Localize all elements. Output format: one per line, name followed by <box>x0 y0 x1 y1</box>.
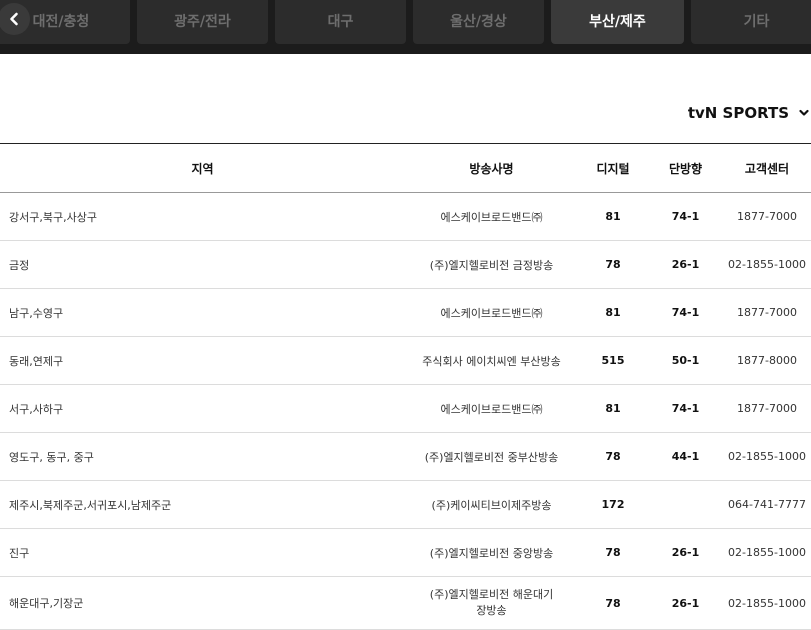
cell-digital: 81 <box>578 288 648 337</box>
cell-phone: 02-1855-1000 <box>723 576 811 630</box>
cell-one-way: 50-1 <box>648 336 723 385</box>
cell-region: 해운대구,기장군 <box>0 576 405 630</box>
cell-broadcaster: (주)엘지헬로비전 금정방송 <box>405 240 578 289</box>
chevron-left-icon <box>10 12 18 26</box>
tab-daegu[interactable]: 대구 <box>275 0 406 44</box>
table-row: 동래,연제구 주식회사 에이치씨엔 부산방송 515 50-1 1877-800… <box>0 336 811 385</box>
cell-broadcaster: 주식회사 에이치씨엔 부산방송 <box>405 336 578 385</box>
cell-one-way: 26-1 <box>648 576 723 630</box>
table-row: 제주시,북제주군,서귀포시,남제주군 (주)케이씨티브이제주방송 172 064… <box>0 480 811 529</box>
cell-one-way: 74-1 <box>648 288 723 337</box>
cell-phone: 1877-7000 <box>723 384 811 433</box>
cell-broadcaster: 에스케이브로드밴드㈜ <box>405 384 578 433</box>
table-row: 해운대구,기장군 (주)엘지헬로비전 해운대기장방송 78 26-1 02-18… <box>0 576 811 630</box>
table-row: 영도구, 동구, 중구 (주)엘지헬로비전 중부산방송 78 44-1 02-1… <box>0 432 811 481</box>
cell-phone: 02-1855-1000 <box>723 528 811 577</box>
cell-region: 제주시,북제주군,서귀포시,남제주군 <box>0 480 405 529</box>
cell-digital: 172 <box>578 480 648 529</box>
cell-digital: 78 <box>578 576 648 630</box>
cell-phone: 1877-8000 <box>723 336 811 385</box>
channel-name: tvN SPORTS <box>687 104 789 122</box>
cell-one-way: 44-1 <box>648 432 723 481</box>
cell-one-way: 74-1 <box>648 384 723 433</box>
tab-busan-jeju[interactable]: 부산/제주 <box>551 0 684 44</box>
cell-one-way: 26-1 <box>648 240 723 289</box>
region-tab-bar: 대전/충청 광주/전라 대구 울산/경상 부산/제주 기타 <box>0 0 811 54</box>
cell-phone: 1877-7000 <box>723 288 811 337</box>
header-broadcaster: 방송사명 <box>405 143 578 193</box>
table-row: 남구,수영구 에스케이브로드밴드㈜ 81 74-1 1877-7000 <box>0 288 811 337</box>
cell-digital: 78 <box>578 528 648 577</box>
cell-one-way <box>648 480 723 529</box>
channel-selector[interactable]: tvN SPORTS <box>688 104 809 122</box>
channel-table: 지역 방송사명 디지털 단방향 고객센터 강서구,북구,사상구 에스케이브로드밴… <box>0 143 811 630</box>
header-one-way: 단방향 <box>648 143 723 193</box>
cell-digital: 515 <box>578 336 648 385</box>
cell-region: 강서구,북구,사상구 <box>0 192 405 241</box>
cell-broadcaster: (주)엘지헬로비전 해운대기장방송 <box>405 576 578 630</box>
table-row: 진구 (주)엘지헬로비전 중앙방송 78 26-1 02-1855-1000 <box>0 528 811 577</box>
cell-region: 진구 <box>0 528 405 577</box>
chevron-down-icon <box>799 109 809 116</box>
table-row: 금정 (주)엘지헬로비전 금정방송 78 26-1 02-1855-1000 <box>0 240 811 289</box>
cell-phone: 064-741-7777 <box>723 480 811 529</box>
cell-broadcaster: (주)엘지헬로비전 중앙방송 <box>405 528 578 577</box>
cell-region: 영도구, 동구, 중구 <box>0 432 405 481</box>
header-digital: 디지털 <box>578 143 648 193</box>
table-header-row: 지역 방송사명 디지털 단방향 고객센터 <box>0 143 811 193</box>
cell-region: 동래,연제구 <box>0 336 405 385</box>
cell-one-way: 74-1 <box>648 192 723 241</box>
cell-broadcaster: 에스케이브로드밴드㈜ <box>405 288 578 337</box>
cell-one-way: 26-1 <box>648 528 723 577</box>
cell-region: 남구,수영구 <box>0 288 405 337</box>
cell-phone: 02-1855-1000 <box>723 240 811 289</box>
table-row: 서구,사하구 에스케이브로드밴드㈜ 81 74-1 1877-7000 <box>0 384 811 433</box>
tab-etc[interactable]: 기타 <box>691 0 811 44</box>
cell-broadcaster: 에스케이브로드밴드㈜ <box>405 192 578 241</box>
header-customer-center: 고객센터 <box>723 143 811 193</box>
cell-region: 서구,사하구 <box>0 384 405 433</box>
cell-digital: 78 <box>578 432 648 481</box>
cell-digital: 78 <box>578 240 648 289</box>
cell-phone: 02-1855-1000 <box>723 432 811 481</box>
cell-broadcaster: (주)엘지헬로비전 중부산방송 <box>405 432 578 481</box>
tab-gwangju-jeolla[interactable]: 광주/전라 <box>137 0 268 44</box>
cell-digital: 81 <box>578 384 648 433</box>
cell-region: 금정 <box>0 240 405 289</box>
cell-broadcaster: (주)케이씨티브이제주방송 <box>405 480 578 529</box>
table-row: 강서구,북구,사상구 에스케이브로드밴드㈜ 81 74-1 1877-7000 <box>0 192 811 241</box>
tab-ulsan-gyeongsang[interactable]: 울산/경상 <box>413 0 544 44</box>
cell-broadcaster-text: (주)엘지헬로비전 해운대기장방송 <box>429 588 554 617</box>
cell-phone: 1877-7000 <box>723 192 811 241</box>
header-region: 지역 <box>0 143 405 193</box>
cell-digital: 81 <box>578 192 648 241</box>
